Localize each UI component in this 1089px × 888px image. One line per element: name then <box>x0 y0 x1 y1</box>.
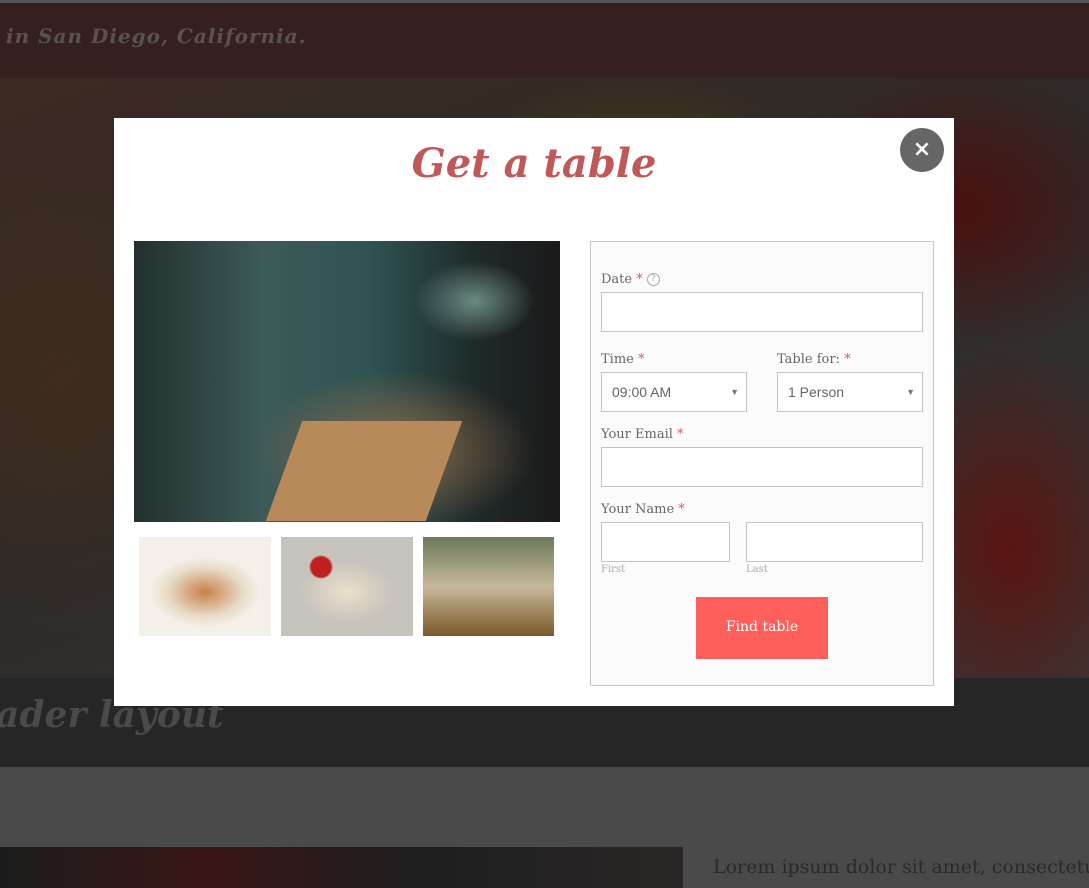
find-table-button[interactable]: Find table <box>696 597 828 659</box>
date-input[interactable] <box>601 292 923 332</box>
thumbnail-eggs[interactable] <box>281 537 413 636</box>
table-for-select[interactable]: 1 Person ▼ <box>777 372 923 412</box>
thumbnail-salad[interactable] <box>139 537 271 636</box>
chevron-down-icon: ▼ <box>730 387 739 397</box>
first-name-input[interactable] <box>601 522 730 562</box>
email-label: Your Email * <box>601 427 684 442</box>
name-label: Your Name * <box>601 502 685 517</box>
table-for-label: Table for: * <box>777 352 851 367</box>
first-sublabel: First <box>601 564 626 575</box>
time-label: Time * <box>601 352 645 367</box>
last-name-input[interactable] <box>746 522 923 562</box>
content-text: Lorem ipsum dolor sit amet, consectetuer <box>713 856 1089 878</box>
date-label: Date *? <box>601 272 660 287</box>
time-select[interactable]: 09:00 AM ▼ <box>601 372 747 412</box>
restaurant-photo[interactable] <box>134 241 560 522</box>
help-icon[interactable]: ? <box>646 273 660 286</box>
last-sublabel: Last <box>746 564 768 575</box>
content-image <box>0 847 683 888</box>
thumbnail-dining-room[interactable] <box>423 537 554 636</box>
tagline: in San Diego, California. <box>6 24 307 48</box>
email-input[interactable] <box>601 447 923 487</box>
modal-title: Get a table <box>411 140 657 187</box>
chevron-down-icon: ▼ <box>906 387 915 397</box>
